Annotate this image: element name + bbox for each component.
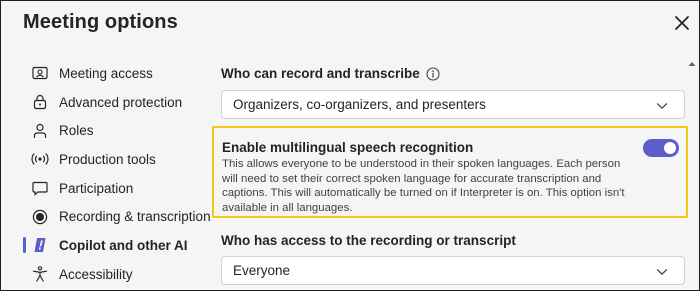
lock-icon — [31, 93, 49, 111]
person-icon — [31, 122, 49, 140]
nav-item-production-tools[interactable]: Production tools — [29, 145, 219, 174]
nav-item-participation[interactable]: Participation — [29, 174, 219, 203]
nav-item-roles[interactable]: Roles — [29, 116, 219, 145]
multilingual-setting-callout: Enable multilingual speech recognition T… — [212, 126, 688, 218]
id-card-icon — [31, 64, 49, 82]
access-section-label: Who has access to the recording or trans… — [221, 233, 516, 248]
nav-item-label: Recording & transcription — [59, 209, 211, 225]
scroll-up-arrow-icon[interactable] — [687, 56, 697, 66]
multilingual-description: This allows everyone to be understood in… — [222, 158, 625, 214]
nav-item-label: Advanced protection — [59, 94, 183, 110]
nav-item-copilot[interactable]: Copilot and other AI — [23, 231, 219, 260]
broadcast-icon — [31, 150, 49, 168]
record-label-text: Who can record and transcribe — [221, 66, 420, 81]
nav-item-label: Copilot and other AI — [59, 237, 188, 253]
access-permission-dropdown[interactable]: Everyone — [221, 256, 685, 285]
dialog-title: Meeting options — [23, 11, 178, 33]
nav-item-label: Roles — [59, 123, 94, 139]
scrollbar[interactable] — [687, 56, 697, 286]
multilingual-title: Enable multilingual speech recognition — [222, 140, 474, 155]
chevron-down-icon — [656, 100, 668, 112]
nav-item-meeting-access[interactable]: Meeting access — [29, 59, 219, 88]
info-icon[interactable] — [426, 66, 440, 81]
toggle-knob — [664, 142, 676, 154]
access-permission-value: Everyone — [233, 263, 291, 278]
accessibility-icon — [31, 265, 49, 283]
nav-item-label: Meeting access — [59, 65, 153, 81]
record-icon — [31, 208, 49, 226]
multilingual-toggle[interactable] — [643, 139, 679, 157]
meeting-options-dialog: Meeting options Meeting access Advanced … — [0, 0, 700, 291]
chevron-down-icon — [656, 266, 668, 278]
record-permission-value: Organizers, co-organizers, and presenter… — [233, 97, 486, 112]
nav-item-label: Production tools — [59, 151, 156, 167]
options-nav: Meeting access Advanced protection Roles… — [23, 59, 219, 289]
nav-item-accessibility[interactable]: Accessibility — [29, 260, 219, 289]
record-section-label: Who can record and transcribe — [221, 66, 440, 81]
nav-item-advanced-protection[interactable]: Advanced protection — [29, 88, 219, 117]
active-indicator — [23, 237, 26, 254]
chat-icon — [31, 179, 49, 197]
nav-item-label: Accessibility — [59, 266, 133, 282]
copilot-icon — [31, 236, 49, 254]
record-permission-dropdown[interactable]: Organizers, co-organizers, and presenter… — [221, 90, 685, 119]
nav-item-recording-transcription[interactable]: Recording & transcription — [29, 202, 219, 231]
nav-item-label: Participation — [59, 180, 134, 196]
